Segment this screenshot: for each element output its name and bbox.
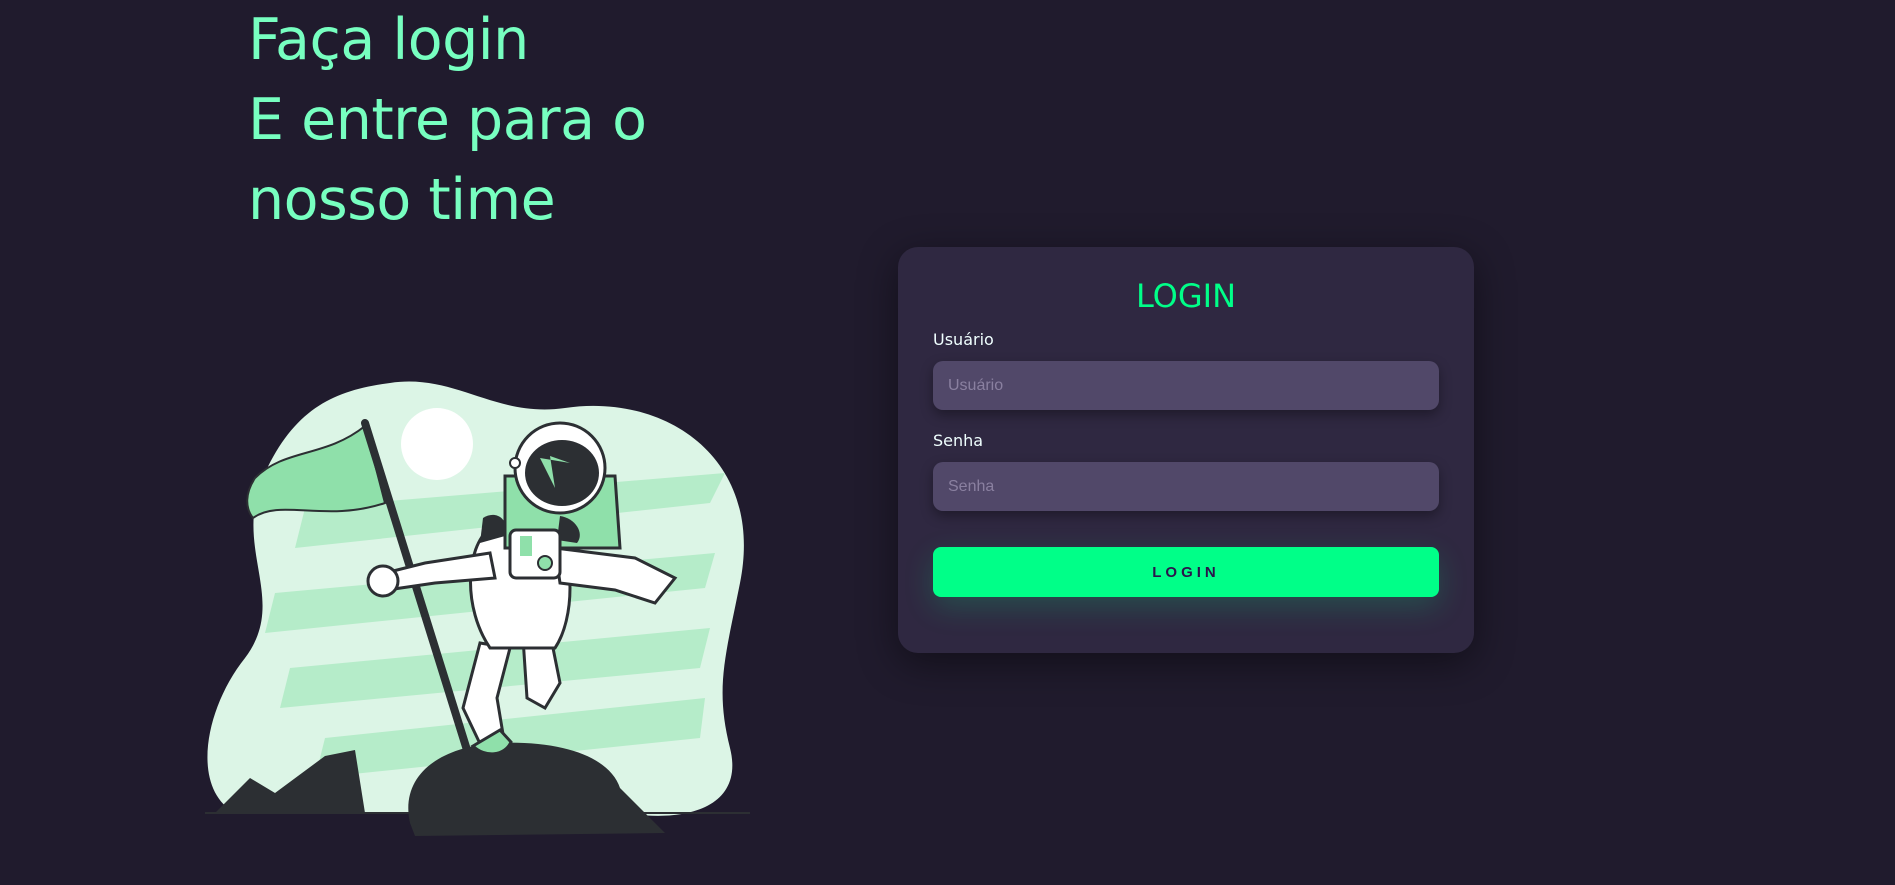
login-page: Faça login E entre para o nosso time LOG…	[0, 0, 1895, 885]
password-input[interactable]	[933, 462, 1439, 511]
login-title: LOGIN	[1135, 277, 1237, 315]
moon-shape	[401, 408, 473, 480]
hero-line-2: E entre para o	[248, 87, 647, 153]
username-input[interactable]	[933, 361, 1439, 410]
login-button[interactable]: LOGIN	[933, 547, 1439, 597]
astronaut-glove	[366, 564, 400, 598]
hero-line-1: Faça login	[248, 7, 529, 73]
astronaut-flag-illustration	[205, 381, 750, 836]
hero-line-3: nosso time	[248, 167, 556, 233]
login-card: LOGIN Usuário Senha LOGIN	[898, 247, 1474, 653]
password-label: Senha	[933, 431, 984, 450]
hero-headline: Faça login E entre para o nosso time	[248, 0, 708, 240]
astronaut-visor	[525, 440, 599, 506]
astronaut-chest-panel	[508, 528, 562, 580]
username-label: Usuário	[933, 330, 994, 349]
